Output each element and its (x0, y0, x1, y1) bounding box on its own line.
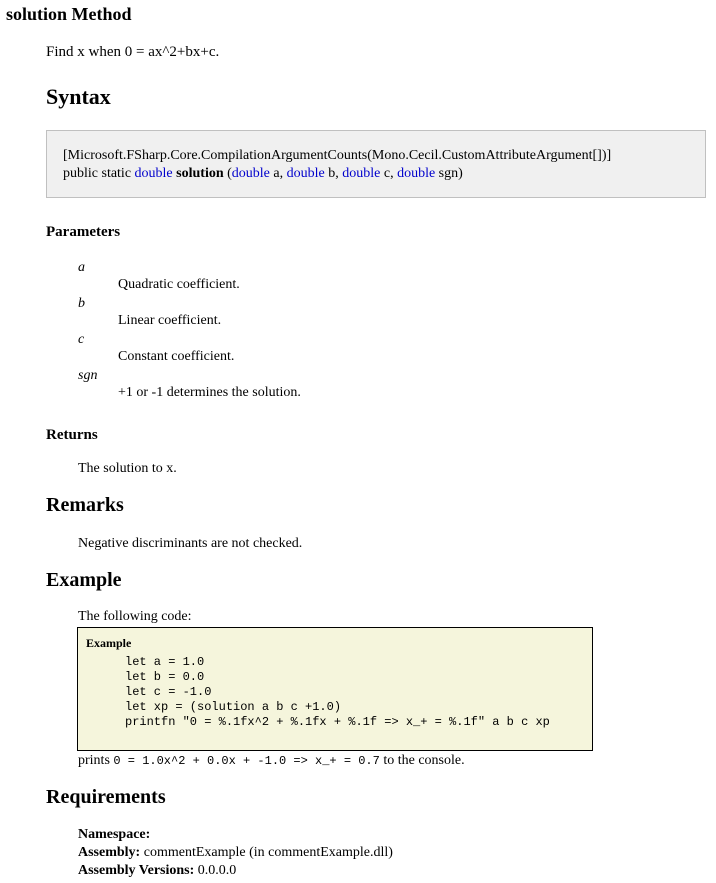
versions-value: 0.0.0.0 (197, 863, 237, 878)
assembly-label: Assembly: (78, 845, 141, 860)
syntax-attribute: [Microsoft.FSharp.Core.CompilationArgume… (63, 148, 612, 163)
requirements-versions: Assembly Versions: 0.0.0.0 (78, 863, 236, 879)
syntax-method-name: solution (176, 166, 224, 181)
namespace-label: Namespace: (78, 827, 151, 842)
syntax-param-name: sgn (438, 166, 459, 181)
prints-prefix: prints (78, 753, 110, 768)
assembly-value: commentExample (in commentExample.dll) (143, 845, 393, 860)
param-name-c: c (78, 332, 85, 347)
remarks-heading: Remarks (46, 494, 124, 516)
requirements-heading: Requirements (46, 786, 166, 808)
syntax-signature: public static double solution (double a,… (63, 166, 463, 182)
syntax-separator: , (335, 166, 339, 181)
code-line: let a = 1.0 (125, 655, 205, 669)
syntax-separator: , (390, 166, 394, 181)
param-description-b: Linear coefficient. (118, 313, 222, 328)
code-line: let b = 0.0 (125, 670, 205, 684)
param-name-b: b (78, 296, 85, 311)
versions-label: Assembly Versions: (78, 863, 195, 878)
param-name-a: a (78, 260, 85, 275)
prints-output: 0 = 1.0x^2 + 0.0x + -1.0 => x_+ = 0.7 (113, 754, 380, 768)
prints-suffix: to the console. (383, 753, 465, 768)
syntax-box: [Microsoft.FSharp.Core.CompilationArgume… (46, 130, 706, 198)
syntax-separator: , (279, 166, 284, 181)
example-box-title: Example (86, 636, 132, 650)
example-intro: The following code: (78, 609, 192, 624)
example-output-line: prints 0 = 1.0x^2 + 0.0x + -1.0 => x_+ =… (78, 753, 465, 769)
returns-text: The solution to x. (78, 461, 177, 476)
syntax-modifiers: public static (63, 166, 132, 181)
example-code-box: Example let a = 1.0 let b = 0.0 let c = … (77, 627, 593, 751)
remarks-text: Negative discriminants are not checked. (78, 536, 303, 551)
param-description-c: Constant coefficient. (118, 349, 235, 364)
code-line: printfn "0 = %.1fx^2 + %.1fx + %.1f => x… (125, 715, 550, 729)
requirements-namespace: Namespace: (78, 827, 150, 843)
param-name-sgn: sgn (78, 368, 98, 383)
syntax-heading: Syntax (46, 84, 111, 109)
returns-heading: Returns (46, 427, 98, 443)
param-description-sgn: +1 or -1 determines the solution. (118, 385, 301, 400)
code-line: let xp = (solution a b c +1.0) (125, 700, 342, 714)
syntax-separator: ) (458, 166, 463, 181)
syntax-param-type: double (286, 166, 325, 181)
page-summary: Find x when 0 = ax^2+bx+c. (46, 44, 220, 60)
requirements-assembly: Assembly: commentExample (in commentExam… (78, 845, 393, 861)
page-title: solution Method (6, 4, 132, 24)
param-description-a: Quadratic coefficient. (118, 277, 240, 292)
syntax-param-type: double (231, 166, 270, 181)
syntax-param-type: double (342, 166, 381, 181)
example-heading: Example (46, 569, 122, 591)
parameters-heading: Parameters (46, 224, 121, 240)
code-line: let c = -1.0 (125, 685, 212, 699)
syntax-return-type: double (134, 166, 173, 181)
syntax-param-type: double (397, 166, 436, 181)
